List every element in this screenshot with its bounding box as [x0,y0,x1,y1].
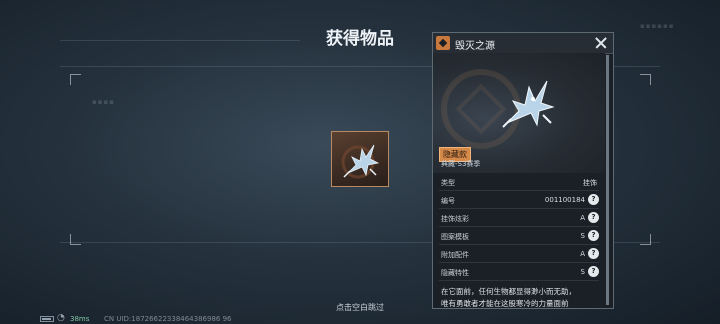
item-name: 毁灭之源 [455,41,495,52]
info-row-hidden-trait: 隐藏特性 S ? [439,263,599,281]
row-label: 类型 [441,179,455,187]
help-icon[interactable]: ? [588,212,599,223]
close-button[interactable] [593,35,609,51]
panel-scrollbar[interactable] [606,55,609,305]
row-label: 图案模板 [441,233,469,241]
item-slot[interactable] [331,131,389,187]
row-value: 001100184 [544,196,585,204]
wifi-icon: ◔ [57,313,65,323]
ghost-text: ▪▪▪▪ [92,98,115,106]
row-value: S [580,232,585,240]
frame-corner-tr [640,74,651,85]
info-row-serial: 编号 001100184 ? [439,191,599,209]
description-line: 唯有勇敢者才能在这股寒冷的力量面前 [441,299,569,308]
row-label: 隐藏特性 [441,269,469,277]
dragon-ornament-icon [341,144,380,179]
description-line: 在它面前，任何生物都显得渺小而无助， [441,287,576,296]
row-value: 挂饰 [583,179,597,187]
help-icon[interactable]: ? [588,266,599,277]
frame-corner-br [640,234,651,245]
row-label: 编号 [441,197,455,205]
help-icon[interactable]: ? [588,230,599,241]
ping-readout: 38ms [70,315,90,323]
row-label: 挂饰炫彩 [441,215,469,223]
battery-icon [40,316,54,322]
skip-hint[interactable]: 点击空白跳过 [300,302,420,313]
help-icon[interactable]: ? [588,248,599,259]
diamond-badge-icon [436,36,450,50]
info-row-pattern: 图案模板 S ? [439,227,599,245]
help-icon[interactable]: ? [588,194,599,205]
frame-corner-bl [70,234,81,245]
row-value: A [580,250,585,258]
frame-corner-tl [70,74,81,85]
scrollbar-thumb[interactable] [606,55,609,305]
dragon-ornament-icon [502,80,555,128]
info-row-attachment: 附加配件 A ? [439,245,599,263]
panel-header: 毁灭之源 [433,33,613,54]
row-value: A [580,214,585,222]
uid-text: CN UID:18726622338464386986 96 [104,315,232,323]
info-row-color: 挂饰炫彩 A ? [439,209,599,227]
item-preview: 隐藏款 [433,53,605,173]
info-row-type: 类型 挂饰 [439,173,599,191]
ghost-text: ▪▪▪▪▪▪ [640,22,675,30]
item-detail-panel: 毁灭之源 隐藏款 典藏-S3赛季 类型 挂饰 编号 001100184 ? 挂饰… [432,32,614,309]
page-title: 获得物品 [326,29,394,49]
row-label: 附加配件 [441,251,469,259]
row-value: S [580,268,585,276]
collection-label: 典藏-S3赛季 [441,160,481,168]
frame-line-upper-left [60,40,300,41]
item-description: 在它面前，任何生物都显得渺小而无助， 唯有勇敢者才能在这股寒冷的力量面前 [441,286,601,310]
